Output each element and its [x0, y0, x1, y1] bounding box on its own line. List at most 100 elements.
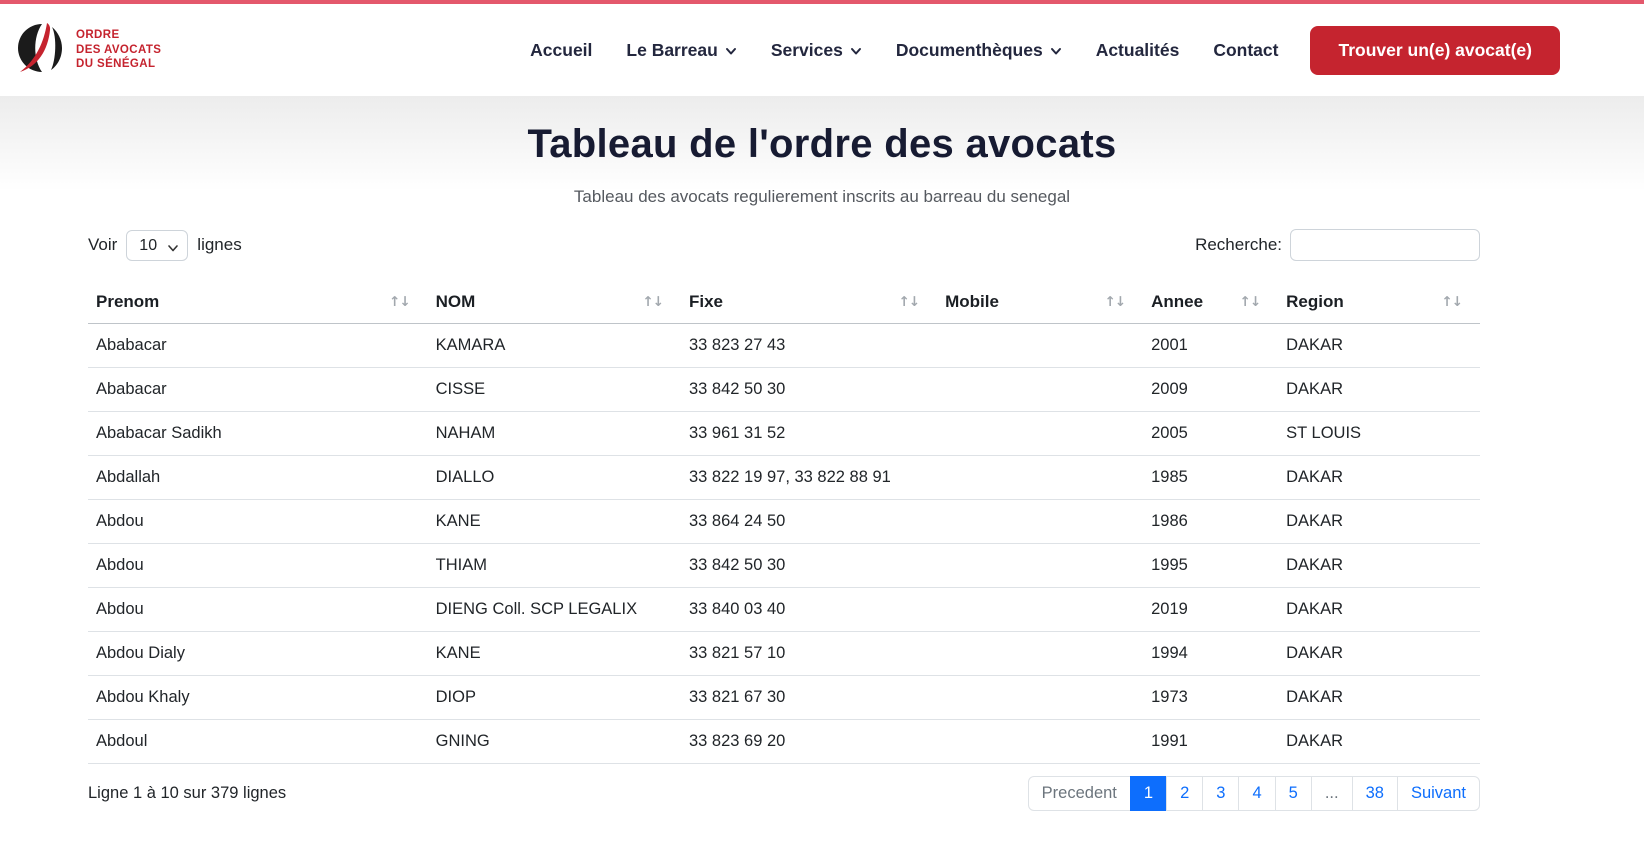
cell-prenom: Ababacar: [88, 368, 428, 412]
page-link-suivant[interactable]: Suivant: [1397, 776, 1480, 811]
page-link-: ...: [1311, 776, 1353, 811]
nav-item-services[interactable]: Services: [771, 40, 862, 61]
cell-region: DAKAR: [1278, 368, 1480, 412]
nav-item-actualites[interactable]: Actualités: [1096, 40, 1180, 61]
column-header-label: Fixe: [689, 292, 723, 312]
column-header-annee[interactable]: Annee↑↓: [1143, 283, 1278, 324]
cell-fixe: 33 821 57 10: [681, 632, 937, 676]
site-logo[interactable]: ORDRE DES AVOCATS DU SÉNÉGAL: [16, 22, 161, 79]
sort-icon[interactable]: ↑↓: [898, 294, 919, 310]
sort-icon[interactable]: ↑↓: [1441, 294, 1462, 310]
table-container: Voir 10 lignes Recherche: Prenom↑↓NOM↑↓: [88, 229, 1480, 811]
logo-text-line1: ORDRE: [76, 29, 120, 41]
cell-nom: DIENG Coll. SCP LEGALIX: [428, 588, 681, 632]
cell-mobile: [937, 368, 1143, 412]
cell-region: DAKAR: [1278, 500, 1480, 544]
search-input[interactable]: [1290, 229, 1480, 261]
cell-prenom: Abdou: [88, 588, 428, 632]
cell-region: DAKAR: [1278, 456, 1480, 500]
page-length-select-wrap: 10: [126, 230, 188, 261]
page-link-3[interactable]: 3: [1202, 776, 1239, 811]
sort-icon[interactable]: ↑↓: [642, 294, 663, 310]
cell-region: DAKAR: [1278, 720, 1480, 764]
chevron-down-icon: [725, 45, 737, 57]
cell-mobile: [937, 676, 1143, 720]
pagination: Precedent12345...38Suivant: [1028, 776, 1480, 811]
page-item-2: 2: [1167, 776, 1203, 811]
page-link-precedent: Precedent: [1028, 776, 1131, 811]
chevron-down-icon: [1050, 45, 1062, 57]
cell-region: DAKAR: [1278, 324, 1480, 368]
table-controls: Voir 10 lignes Recherche:: [88, 229, 1480, 261]
cell-region: DAKAR: [1278, 676, 1480, 720]
nav-item-contact[interactable]: Contact: [1213, 40, 1278, 61]
cell-prenom: Abdou Khaly: [88, 676, 428, 720]
main-nav: Accueil Le Barreau Services Documenthèques A…: [530, 40, 1278, 61]
nav-item-documentheques[interactable]: Documenthèques: [896, 40, 1062, 61]
nav-item-accueil[interactable]: Accueil: [530, 40, 592, 61]
find-lawyer-button[interactable]: Trouver un(e) avocat(e): [1310, 26, 1560, 75]
page-length-prefix-label: Voir: [88, 235, 117, 255]
cell-mobile: [937, 720, 1143, 764]
page-item-3: 3: [1203, 776, 1239, 811]
page-item-1: 1: [1131, 776, 1167, 811]
column-header-label: Prenom: [96, 292, 159, 312]
page-item-5: 5: [1276, 776, 1312, 811]
cell-region: DAKAR: [1278, 588, 1480, 632]
column-header-label: Region: [1286, 292, 1344, 312]
cell-nom: CISSE: [428, 368, 681, 412]
page-link-5[interactable]: 5: [1275, 776, 1312, 811]
page-link-4[interactable]: 4: [1238, 776, 1275, 811]
cell-annee: 1995: [1143, 544, 1278, 588]
nav-item-label: Accueil: [530, 40, 592, 61]
page-link-38[interactable]: 38: [1352, 776, 1398, 811]
table-row: Abdou DialyKANE33 821 57 101994DAKAR: [88, 632, 1480, 676]
page-length-control: Voir 10 lignes: [88, 230, 242, 261]
cell-annee: 1973: [1143, 676, 1278, 720]
sort-icon[interactable]: ↑↓: [1240, 294, 1261, 310]
column-header-mobile[interactable]: Mobile↑↓: [937, 283, 1143, 324]
cell-annee: 1985: [1143, 456, 1278, 500]
page-subtitle: Tableau des avocats regulierement inscri…: [0, 187, 1644, 207]
cell-fixe: 33 840 03 40: [681, 588, 937, 632]
column-header-nom[interactable]: NOM↑↓: [428, 283, 681, 324]
cell-annee: 1986: [1143, 500, 1278, 544]
column-header-prenom[interactable]: Prenom ↑↓: [88, 283, 428, 324]
cell-annee: 1991: [1143, 720, 1278, 764]
table-row: AbabacarKAMARA33 823 27 432001DAKAR: [88, 324, 1480, 368]
cell-fixe: 33 822 19 97, 33 822 88 91: [681, 456, 937, 500]
nav-item-label: Documenthèques: [896, 40, 1043, 61]
page-length-select[interactable]: 10: [126, 230, 188, 261]
cell-prenom: Abdallah: [88, 456, 428, 500]
table-row: Abdou KhalyDIOP33 821 67 301973DAKAR: [88, 676, 1480, 720]
logo-text: ORDRE DES AVOCATS DU SÉNÉGAL: [76, 28, 161, 71]
chevron-down-icon: [850, 45, 862, 57]
cell-fixe: 33 842 50 30: [681, 544, 937, 588]
bar-association-logo-icon: [16, 22, 68, 79]
page-title: Tableau de l'ordre des avocats: [0, 122, 1644, 167]
page-item-precedent: Precedent: [1028, 776, 1131, 811]
page-link-2[interactable]: 2: [1166, 776, 1203, 811]
cell-fixe: 33 823 27 43: [681, 324, 937, 368]
page-item-suivant: Suivant: [1398, 776, 1480, 811]
cell-fixe: 33 864 24 50: [681, 500, 937, 544]
sort-icon[interactable]: ↑↓: [389, 294, 410, 310]
table-row: AbabacarCISSE33 842 50 302009DAKAR: [88, 368, 1480, 412]
cell-nom: KANE: [428, 500, 681, 544]
rows-info-text: Ligne 1 à 10 sur 379 lignes: [88, 784, 286, 803]
page-link-1[interactable]: 1: [1130, 776, 1167, 811]
cell-region: ST LOUIS: [1278, 412, 1480, 456]
cell-annee: 1994: [1143, 632, 1278, 676]
sort-icon[interactable]: ↑↓: [1105, 294, 1126, 310]
cell-prenom: Ababacar Sadikh: [88, 412, 428, 456]
nav-item-le-barreau[interactable]: Le Barreau: [626, 40, 736, 61]
table-row: AbdouKANE33 864 24 501986DAKAR: [88, 500, 1480, 544]
column-header-fixe[interactable]: Fixe ↑↓: [681, 283, 937, 324]
table-row: AbdoulGNING33 823 69 201991DAKAR: [88, 720, 1480, 764]
nav-item-label: Services: [771, 40, 843, 61]
cell-nom: DIOP: [428, 676, 681, 720]
column-header-region[interactable]: Region ↑↓: [1278, 283, 1480, 324]
logo-text-line3: DU SÉNÉGAL: [76, 58, 155, 70]
cell-fixe: 33 823 69 20: [681, 720, 937, 764]
lawyers-table: Prenom↑↓NOM↑↓Fixe↑↓Mobile↑↓Annee↑↓Region…: [88, 283, 1480, 764]
